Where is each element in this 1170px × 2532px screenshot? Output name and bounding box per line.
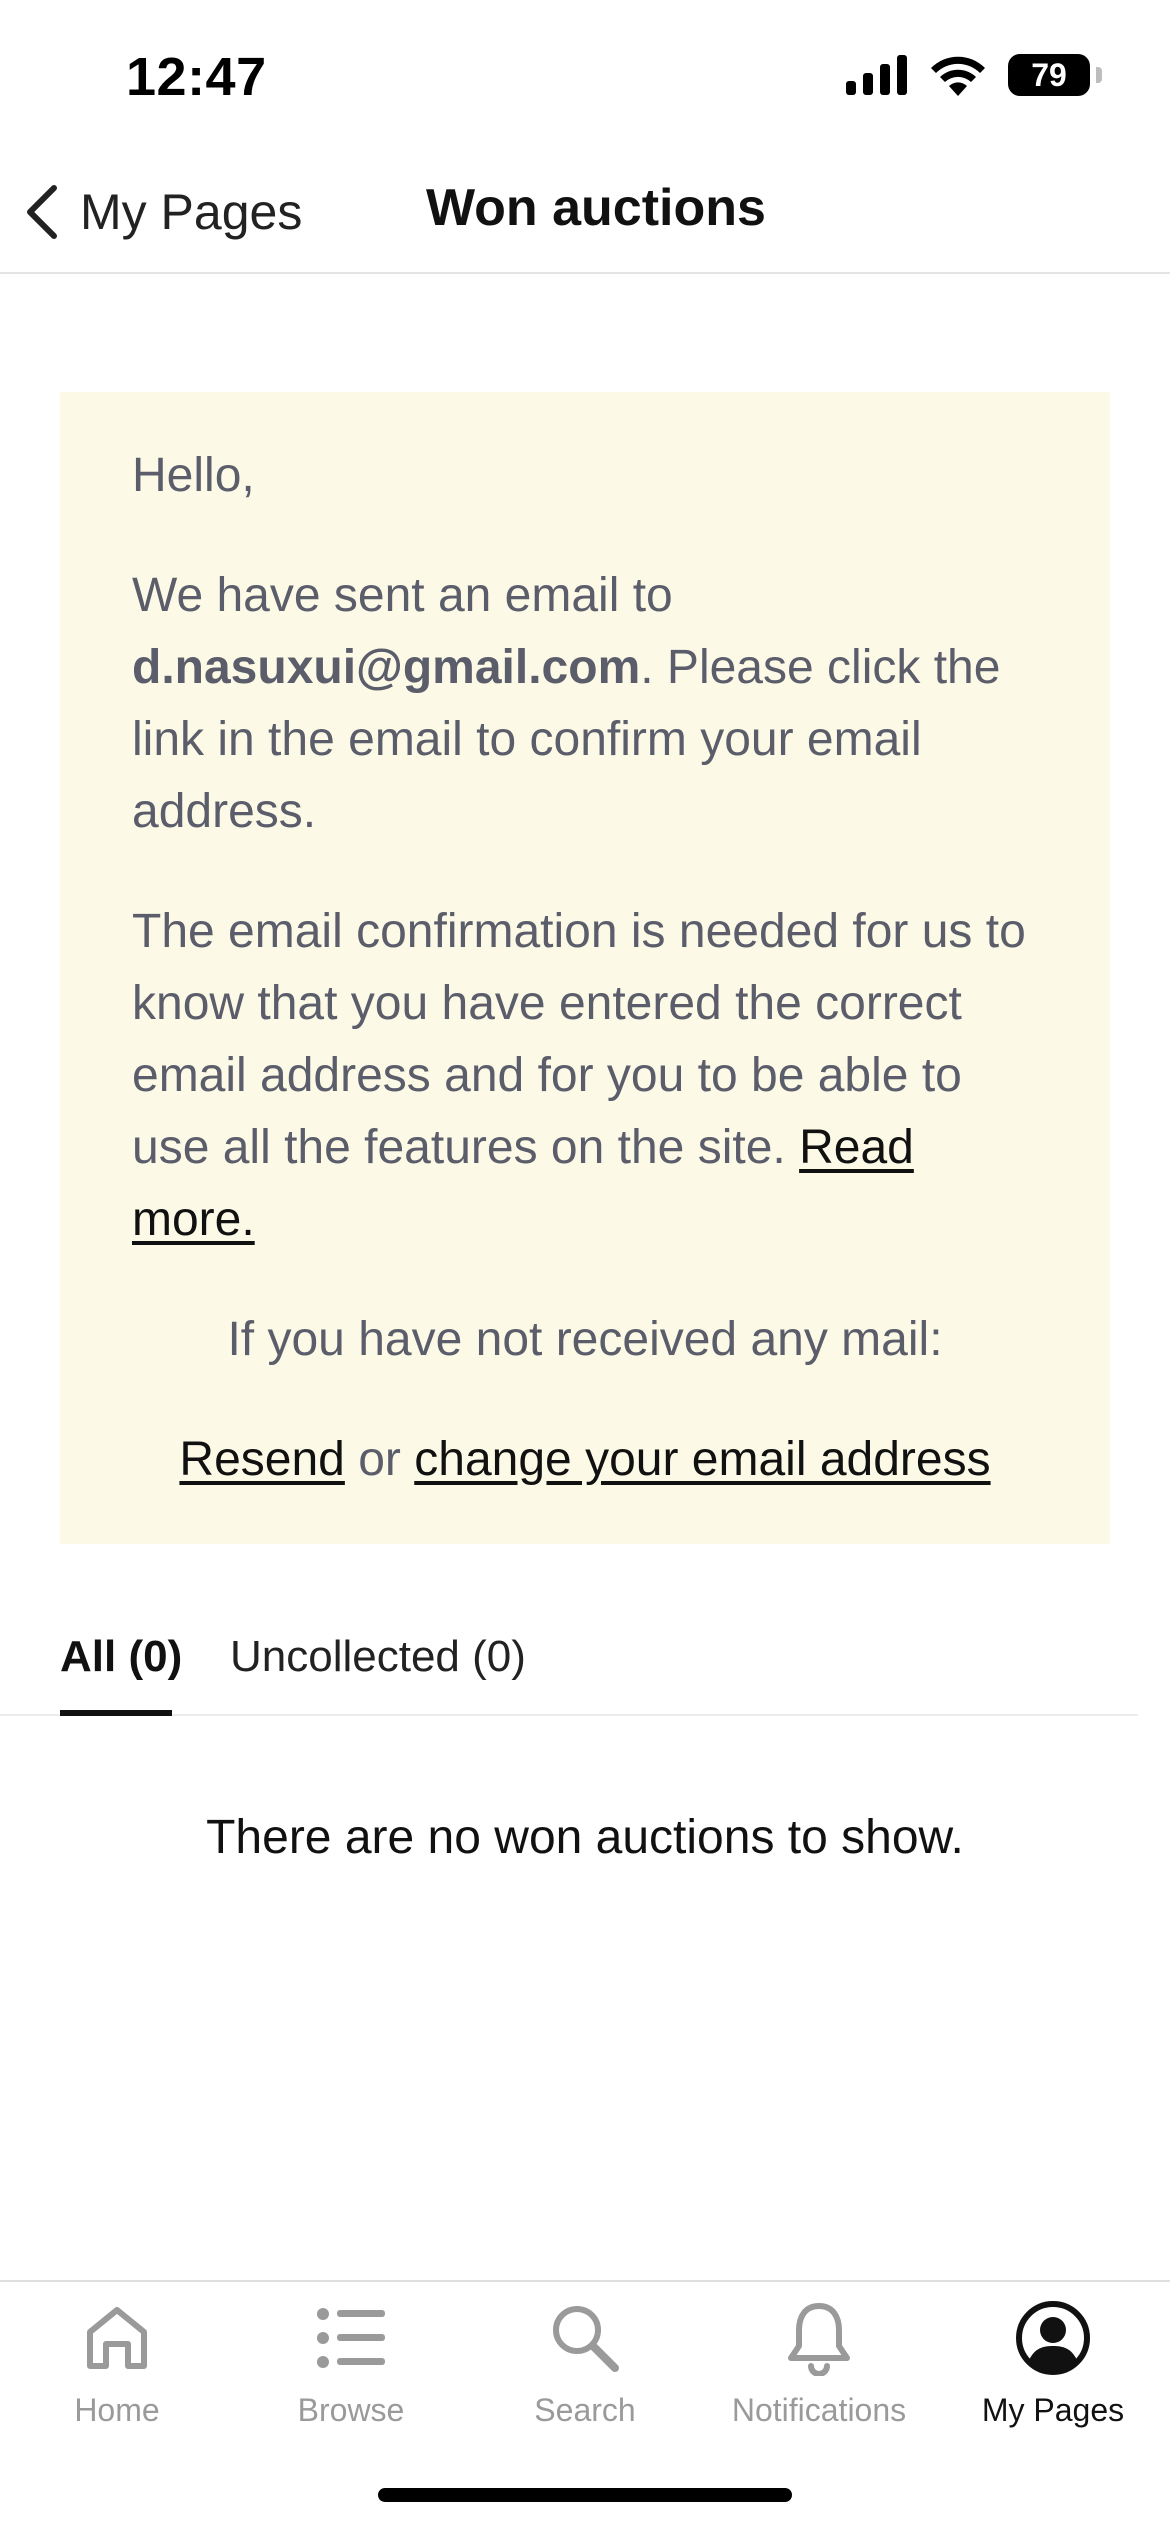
tabbar-label-my-pages: My Pages (981, 2392, 1125, 2428)
tabbar-label-search: Search (534, 2392, 636, 2428)
notice-explanation: The email confirmation is needed for us … (132, 896, 1038, 1256)
list-icon (317, 2308, 385, 2368)
battery-nub (1096, 67, 1102, 83)
tabbar-item-home[interactable]: Home (0, 2298, 234, 2448)
tabbar-item-my-pages[interactable]: My Pages (936, 2298, 1170, 2448)
tabbar-item-search[interactable]: Search (468, 2298, 702, 2448)
tab-uncollected[interactable]: Uncollected (0) (230, 1632, 526, 1682)
status-bar: 12:47 79 (0, 0, 1170, 150)
email-confirmation-notice: Hello, We have sent an email to d.nasuxu… (60, 392, 1110, 1544)
notice-email: d.nasuxui@gmail.com (132, 641, 641, 694)
tabbar-item-notifications[interactable]: Notifications (702, 2298, 936, 2448)
tabbar-label-browse: Browse (297, 2392, 405, 2428)
page-title: Won auctions (426, 179, 766, 237)
back-label: My Pages (80, 184, 303, 240)
auction-filter-tabs: All (0) Uncollected (0) (0, 1624, 1138, 1716)
account-icon (1016, 2301, 1090, 2375)
tabbar-label-notifications: Notifications (731, 2392, 907, 2428)
search-icon (553, 2306, 619, 2372)
tabbar-label-home: Home (74, 2392, 160, 2428)
status-time: 12:47 (126, 47, 267, 107)
resend-link[interactable]: Resend (179, 1433, 344, 1486)
change-email-link[interactable]: change your email address (414, 1433, 990, 1486)
tab-all[interactable]: All (0) (60, 1632, 182, 1682)
status-icons: 79 (846, 54, 1102, 96)
screen: 12:47 79 My Pages Won auctions Hello, We… (0, 0, 1170, 2532)
battery-level: 79 (1031, 56, 1067, 93)
back-button[interactable]: My Pages (22, 172, 302, 252)
notice-not-received: If you have not received any mail: (227, 1313, 943, 1366)
signal-icon (846, 55, 907, 95)
notice-actions: Resend or change your email address (132, 1424, 1038, 1496)
wifi-icon (931, 56, 985, 96)
chevron-left-icon (27, 185, 57, 239)
empty-state-message: There are no won auctions to show. (206, 1811, 964, 1864)
notice-or: or (358, 1433, 401, 1486)
bell-icon (788, 2303, 850, 2376)
home-icon (87, 2307, 147, 2369)
active-tab-underline (60, 1710, 172, 1716)
home-indicator (378, 2488, 792, 2502)
navigation-header: My Pages Won auctions (0, 150, 1170, 274)
notice-greeting: Hello, (132, 449, 255, 502)
tabbar-item-browse[interactable]: Browse (234, 2298, 468, 2448)
notice-sent-message: We have sent an email to d.nasuxui@gmail… (132, 560, 1038, 848)
notice-sent-prefix: We have sent an email to (132, 569, 673, 622)
battery-indicator: 79 (1008, 54, 1102, 96)
